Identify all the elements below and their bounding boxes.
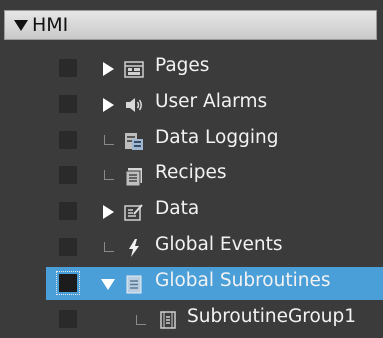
tree-item-label: Pages <box>155 55 210 76</box>
tree-item-global-subroutines[interactable]: Global Subroutines <box>0 266 383 303</box>
tree-connector <box>104 134 114 145</box>
caret-right-icon[interactable] <box>100 96 116 114</box>
tree-root-hmi[interactable]: HMI <box>4 10 377 40</box>
data-logging-icon <box>125 132 143 150</box>
checkbox[interactable] <box>59 94 77 113</box>
tree-item-label: User Alarms <box>155 90 268 112</box>
caret-right-icon[interactable] <box>100 60 116 78</box>
checkbox[interactable] <box>59 166 77 185</box>
tree-item-pages[interactable]: Pages <box>0 52 383 88</box>
tree-item-label: Global Events <box>155 233 283 255</box>
caret-down-icon[interactable] <box>100 275 116 293</box>
tree-item-data[interactable]: Data <box>0 195 383 231</box>
data-icon <box>124 204 143 221</box>
checkbox[interactable] <box>59 309 77 328</box>
global-subroutines-icon <box>126 275 142 294</box>
tree-connector <box>136 314 146 325</box>
tree-item-recipes[interactable]: Recipes <box>0 159 383 195</box>
caret-right-icon[interactable] <box>100 203 116 221</box>
tree-item-label: Data Logging <box>155 126 279 148</box>
tree-connector <box>104 170 114 181</box>
checkbox[interactable] <box>59 202 77 221</box>
tree-connector <box>104 241 114 252</box>
root-label: HMI <box>32 14 69 36</box>
tree-item-label: Data <box>155 198 200 220</box>
checkbox[interactable] <box>59 237 77 256</box>
lightning-icon <box>129 238 139 257</box>
tree-item-user-alarms[interactable]: User Alarms <box>0 88 383 124</box>
checkbox[interactable] <box>59 130 77 149</box>
tree-item-label: Global Subroutines <box>155 269 331 291</box>
speaker-icon <box>126 97 142 112</box>
hmi-tree-panel: HMI Pages User Alarms Data Logging Recip… <box>0 0 383 333</box>
tree-item-label: SubroutineGroup1 <box>187 305 357 327</box>
tree-list: Pages User Alarms Data Logging Recipes D… <box>0 52 383 338</box>
checkbox[interactable] <box>56 270 80 295</box>
subroutine-group-icon <box>160 310 176 329</box>
tree-item-global-events[interactable]: Global Events <box>0 231 383 267</box>
recipes-icon <box>125 168 142 187</box>
caret-down-icon[interactable] <box>12 16 30 34</box>
pages-icon <box>124 61 144 78</box>
tree-item-label: Recipes <box>155 162 227 184</box>
checkbox[interactable] <box>59 59 77 77</box>
tree-item-data-logging[interactable]: Data Logging <box>0 124 383 160</box>
